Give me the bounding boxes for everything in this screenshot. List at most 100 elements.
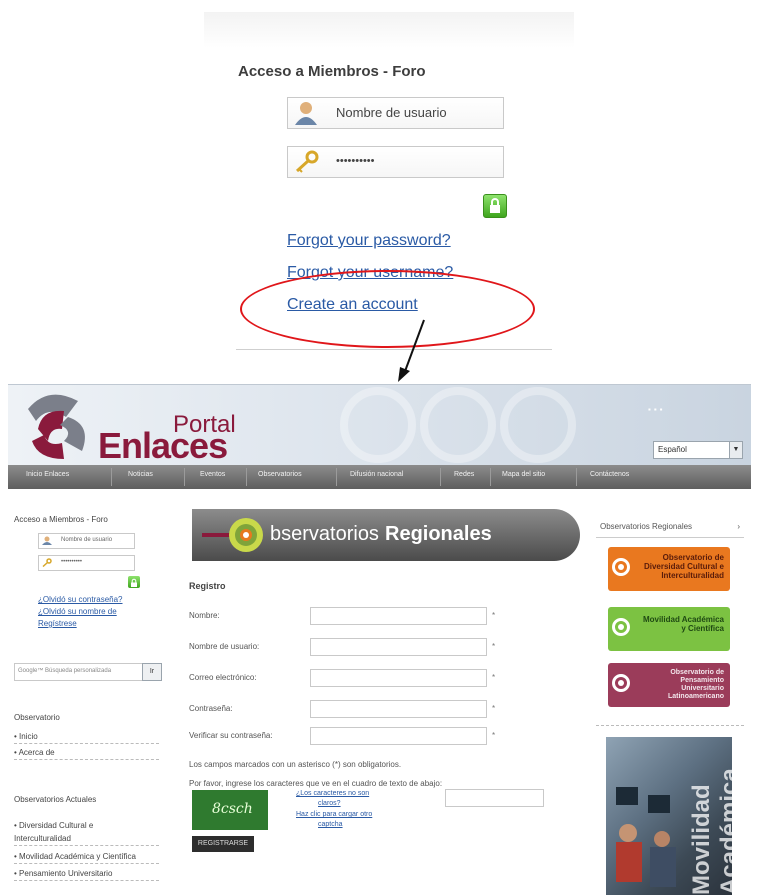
nombre-input[interactable] <box>310 607 487 625</box>
label-usuario: Nombre de usuario: <box>189 642 260 651</box>
highlight-ellipse <box>240 270 535 348</box>
obs-card-movilidad[interactable]: Movilidad Académica y Científica <box>608 607 730 651</box>
key-icon <box>42 558 52 567</box>
divider <box>14 880 159 881</box>
usuario-input[interactable] <box>310 638 487 656</box>
portal-screenshot: Portal Enlaces ▪▪▪ Español ▼ Inicio Enla… <box>8 384 751 895</box>
left-login-title: Acceso a Miembros - Foro <box>14 515 108 524</box>
left-forgot-username-link[interactable]: ¿Olvidó su nombre de <box>38 607 117 616</box>
left-password-value: •••••••••• <box>61 559 83 565</box>
actual-item-diversidad: Diversidad Cultural e <box>19 821 94 830</box>
divider <box>14 863 159 864</box>
left-username-field[interactable]: Nombre de usuario <box>38 533 135 549</box>
portal-header: Portal Enlaces ▪▪▪ Español ▼ <box>8 385 751 466</box>
divider <box>596 725 744 726</box>
required-mark: * <box>492 731 496 740</box>
label-verificar: Verificar su contraseña: <box>189 731 273 740</box>
search-button[interactable]: Ir <box>142 663 162 681</box>
target-dot <box>618 564 624 570</box>
nav-item-difusion[interactable]: Difusión nacional <box>350 471 403 478</box>
nav-separator <box>246 468 247 486</box>
nav-item-eventos[interactable]: Eventos <box>200 471 225 478</box>
observatorios-banner: bservatorios Regionales <box>192 509 580 561</box>
required-mark: * <box>492 704 496 713</box>
target-dot <box>618 624 624 630</box>
list-item[interactable]: • Pensamiento Universitario <box>14 869 112 878</box>
nav-item-mapa[interactable]: Mapa del sitio <box>502 471 545 478</box>
verificar-input[interactable] <box>310 727 487 745</box>
password-field[interactable]: •••••••••• <box>287 146 504 178</box>
students-photo-icon <box>616 787 676 887</box>
list-item[interactable]: • Inicio <box>14 732 38 741</box>
target-dot <box>618 680 624 686</box>
search-placeholder: Google™ Búsqueda personalizada <box>18 668 112 674</box>
left-login-submit-button[interactable] <box>128 576 140 588</box>
user-icon <box>42 536 52 545</box>
list-item[interactable]: • Acerca de <box>14 748 55 757</box>
language-select[interactable]: Español ▼ <box>653 441 743 459</box>
nav-item-noticias[interactable]: Noticias <box>128 471 153 478</box>
chevron-down-icon: ▼ <box>729 442 742 458</box>
captcha-reload-link-2[interactable]: captcha <box>318 821 343 828</box>
obs-card-title: Observatorio de Pensamiento Universitari… <box>667 669 724 700</box>
left-register-link[interactable]: Regístrese <box>38 619 77 628</box>
nav-separator <box>440 468 441 486</box>
obs-item-acerca: Acerca de <box>18 748 55 757</box>
nav-item-observatorios[interactable]: Observatorios <box>258 471 302 478</box>
obs-card-title: Observatorio de Diversidad Cultural e In… <box>643 553 724 580</box>
label-contrasena: Contraseña: <box>189 704 233 713</box>
obs-card-title: Movilidad Académica y Científica <box>642 615 724 633</box>
password-value: •••••••••• <box>336 155 375 167</box>
obs-card-pensamiento[interactable]: Observatorio de Pensamiento Universitari… <box>608 663 730 707</box>
chevron-right-icon: › <box>737 522 740 531</box>
observatorio-heading: Observatorio <box>14 713 60 722</box>
photo-caption: Movilidad Académica <box>688 768 732 895</box>
required-note: Los campos marcados con un asterisco (*)… <box>189 760 402 769</box>
label-correo: Correo electrónico: <box>189 673 257 682</box>
brand-word-enlaces: Enlaces <box>98 425 228 466</box>
username-placeholder: Nombre de usuario <box>336 105 447 120</box>
knot-pattern-icon <box>340 387 576 463</box>
top-gradient-bar <box>204 12 574 48</box>
forgot-password-link[interactable]: Forgot your password? <box>287 232 451 250</box>
actual-item-pensamiento: Pensamiento Universitario <box>19 869 113 878</box>
contrasena-input[interactable] <box>310 700 487 718</box>
search-input[interactable]: Google™ Búsqueda personalizada <box>14 663 151 681</box>
actual-item-movilidad: Movilidad Académica y Científica <box>19 852 136 861</box>
list-item[interactable]: • Movilidad Académica y Científica <box>14 852 136 861</box>
lock-icon <box>490 198 500 213</box>
lock-icon <box>131 578 137 587</box>
target-logo-icon <box>202 518 263 552</box>
key-icon <box>295 150 319 173</box>
username-field[interactable]: Nombre de usuario <box>287 97 504 129</box>
list-item[interactable]: • Diversidad Cultural e <box>14 821 93 830</box>
required-mark: * <box>492 673 496 682</box>
correo-input[interactable] <box>310 669 487 687</box>
login-submit-button[interactable] <box>483 194 507 218</box>
form-title: Registro <box>189 581 226 591</box>
main-nav: Inicio Enlaces Noticias Eventos Observat… <box>8 465 751 489</box>
captcha-unclear-link-2[interactable]: claros? <box>318 800 341 807</box>
register-button[interactable]: REGISTRARSE <box>192 836 254 852</box>
nav-item-inicio[interactable]: Inicio Enlaces <box>26 471 69 478</box>
divider <box>14 743 159 744</box>
captcha-unclear-link[interactable]: ¿Los caracteres no son <box>296 790 369 797</box>
banner-text: bservatorios <box>270 523 379 545</box>
enlaces-logo-icon <box>28 394 85 459</box>
captcha-reload-link[interactable]: Haz clic para cargar otro <box>296 811 372 818</box>
left-forgot-password-link[interactable]: ¿Olvidó su contraseña? <box>38 595 123 604</box>
label-nombre: Nombre: <box>189 611 220 620</box>
movilidad-photo[interactable]: Movilidad Académica <box>606 737 732 895</box>
nav-separator <box>576 468 577 486</box>
left-password-field[interactable]: •••••••••• <box>38 555 135 571</box>
obs-card-diversidad[interactable]: Observatorio de Diversidad Cultural e In… <box>608 547 730 591</box>
nav-separator <box>336 468 337 486</box>
nav-item-contactenos[interactable]: Contáctenos <box>590 471 629 478</box>
right-heading: Observatorios Regionales › <box>596 519 744 538</box>
captcha-input[interactable] <box>445 789 544 807</box>
obs-item-inicio: Inicio <box>19 732 38 741</box>
nav-item-redes[interactable]: Redes <box>454 471 474 478</box>
captcha-note: Por favor, ingrese los caracteres que ve… <box>189 779 443 788</box>
captcha-text: 8csch <box>212 801 253 817</box>
language-value: Español <box>658 445 687 454</box>
